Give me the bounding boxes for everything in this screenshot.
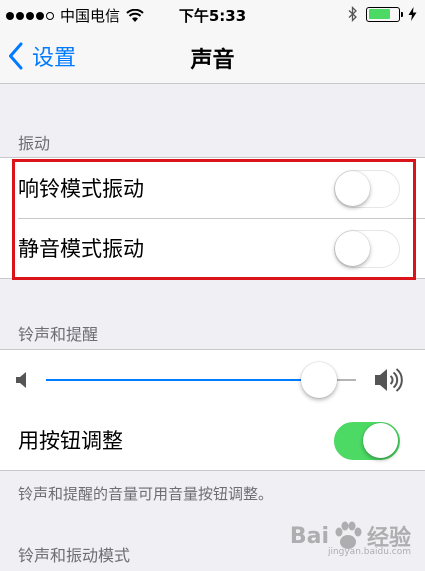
silent-vibrate-row: 静音模式振动	[0, 218, 425, 278]
watermark-text-left: Bai	[289, 523, 329, 549]
section-header-vibration: 振动	[18, 134, 51, 153]
switch-knob	[335, 171, 370, 206]
ring-vibrate-label: 响铃模式振动	[18, 177, 144, 201]
change-with-buttons-label: 用按钮调整	[18, 429, 123, 453]
volume-slider-row	[0, 350, 425, 410]
baidu-watermark: Bai 经验 jingyan.baidu.com	[289, 519, 411, 557]
ringer-footer-note: 铃声和提醒的音量可用音量按钮调整。	[18, 485, 274, 503]
status-bar: 中国电信 下午5:33	[0, 0, 425, 28]
switch-knob	[363, 423, 398, 458]
navigation-bar: 设置 声音	[0, 28, 425, 84]
section-header-ringer: 铃声和提醒	[18, 325, 99, 344]
bluetooth-icon	[348, 6, 357, 22]
page-title: 声音	[190, 48, 235, 73]
volume-low-icon	[16, 372, 26, 388]
ringer-group: 用按钮调整	[0, 349, 425, 471]
section-header-pattern: 铃声和振动模式	[18, 546, 131, 565]
volume-high-icon	[375, 368, 403, 392]
silent-vibrate-label: 静音模式振动	[18, 237, 144, 261]
change-with-buttons-row: 用按钮调整	[0, 410, 425, 470]
charging-icon	[408, 7, 417, 21]
battery-icon	[366, 6, 403, 22]
switch-knob	[335, 231, 370, 266]
volume-slider-fill	[46, 379, 319, 381]
volume-slider-thumb[interactable]	[300, 362, 337, 398]
ring-vibrate-row: 响铃模式振动	[0, 158, 425, 218]
status-right	[348, 6, 417, 22]
ring-vibrate-switch[interactable]	[334, 170, 400, 208]
silent-vibrate-switch[interactable]	[334, 230, 400, 268]
vibration-group: 响铃模式振动 静音模式振动	[0, 157, 425, 279]
change-with-buttons-switch[interactable]	[334, 422, 400, 460]
watermark-url: jingyan.baidu.com	[327, 547, 411, 557]
